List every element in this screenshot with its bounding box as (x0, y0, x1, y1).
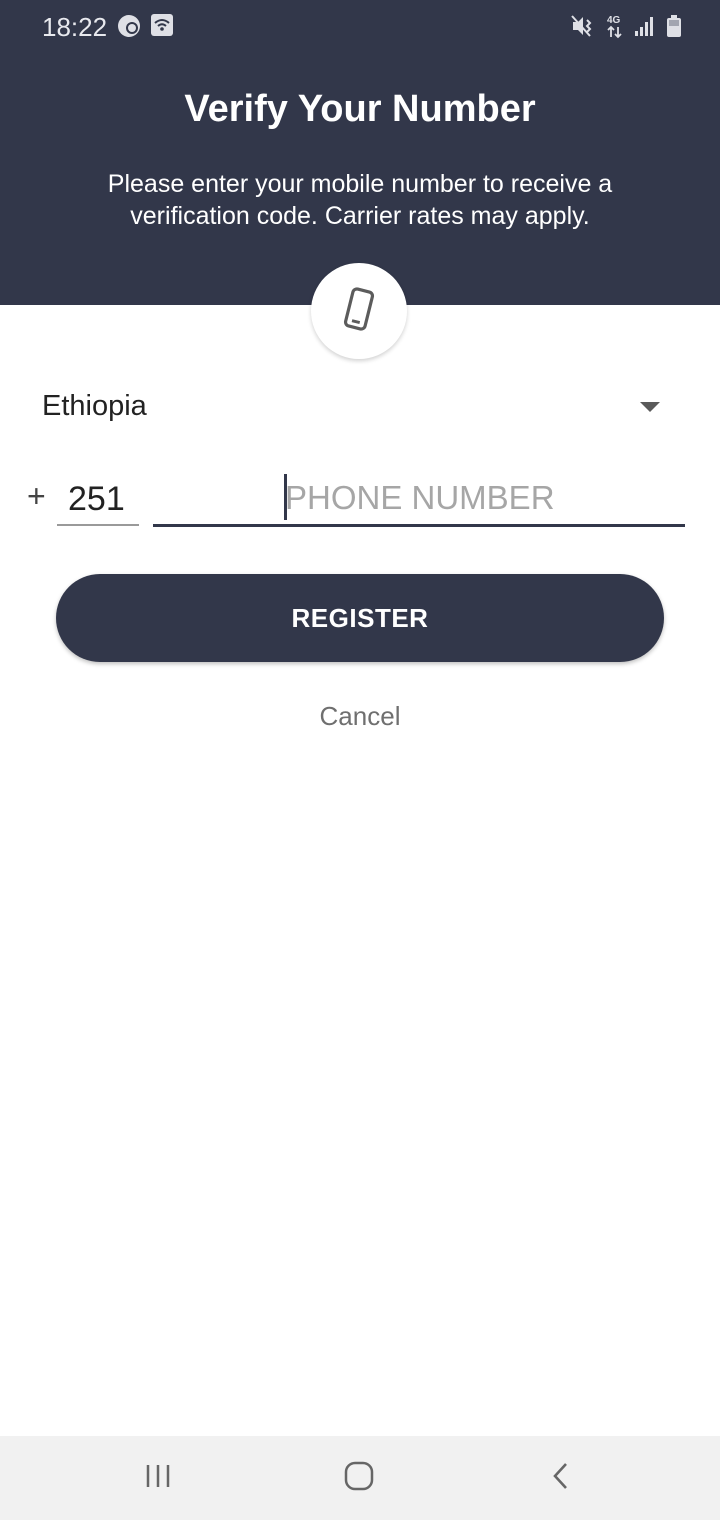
country-selector[interactable]: Ethiopia (42, 388, 672, 432)
vibrate-mute-icon (570, 14, 596, 43)
plus-sign: + (27, 478, 46, 514)
battery-icon (666, 14, 682, 43)
signal-icon (634, 15, 656, 42)
status-left-icons (116, 13, 174, 44)
country-code-value: 251 (68, 480, 125, 518)
page-subtitle: Please enter your mobile number to recei… (107, 170, 613, 230)
navigation-bar (0, 1436, 720, 1520)
back-button[interactable] (539, 1456, 583, 1500)
header: 18:22 4G Verify Your Number Please enter… (0, 0, 720, 305)
status-bar: 18:22 4G (0, 0, 720, 56)
country-code-field[interactable]: 251 (57, 472, 139, 526)
dropdown-caret-icon (640, 402, 660, 412)
page-title: Verify Your Number (184, 88, 536, 130)
cancel-button[interactable]: Cancel (0, 701, 720, 732)
back-icon (546, 1461, 576, 1496)
status-time: 18:22 (42, 12, 108, 42)
recent-apps-button[interactable] (136, 1456, 180, 1500)
phone-number-field[interactable] (153, 472, 685, 527)
register-button[interactable]: REGISTER (56, 574, 664, 662)
ad-blocker-icon (116, 13, 142, 44)
network-label: 4G (607, 15, 621, 26)
mobile-phone-icon (339, 286, 379, 336)
verify-number-screen: 18:22 4G Verify Your Number Please enter… (0, 0, 720, 1520)
home-icon (343, 1460, 375, 1497)
phone-number-input[interactable] (285, 478, 665, 518)
phone-badge (311, 263, 407, 359)
wifi-hotspot-icon (150, 13, 174, 44)
network-4g-icon: 4G (606, 13, 624, 44)
status-right-icons: 4G (570, 13, 682, 44)
home-button[interactable] (337, 1456, 381, 1500)
recent-apps-icon (143, 1461, 173, 1496)
country-name: Ethiopia (42, 390, 147, 422)
